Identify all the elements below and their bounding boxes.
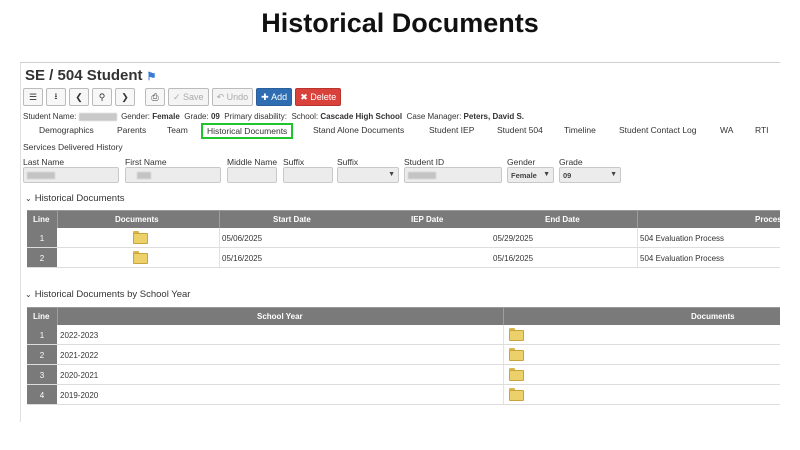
suffix2-label: Suffix (337, 157, 359, 167)
print-icon[interactable]: ⎙ (145, 88, 165, 106)
col-line[interactable]: Line (33, 312, 49, 321)
grade-label: Grade (559, 157, 583, 167)
folder-icon[interactable] (133, 251, 148, 264)
start-date: 05/06/2025 (222, 234, 263, 243)
undo-button[interactable]: ↶ Undo (211, 88, 254, 106)
grade-select[interactable]: 09 ▼ (559, 167, 621, 183)
line-number: 2 (27, 248, 57, 267)
gender-label: Gender (507, 157, 536, 167)
student-icon[interactable]: ⭳ (46, 88, 66, 106)
line-number: 3 (27, 365, 57, 384)
toolbar: ☰ ⭳ ❮ ⚲ ❯ ⎙ ✓ Save ↶ Undo ✚ Add ✖ Delete (23, 88, 342, 106)
folder-icon[interactable] (509, 368, 524, 381)
line-number: 2 (27, 345, 57, 364)
close-icon: ✖ (300, 91, 311, 102)
suffix-label: Suffix (283, 157, 305, 167)
chevron-down-icon: ▼ (543, 171, 550, 178)
first-name-label: First Name (125, 157, 167, 167)
save-button[interactable]: ✓ Save (168, 88, 209, 106)
search-icon[interactable]: ⚲ (92, 88, 112, 106)
historical-documents-header[interactable]: ⌄ Historical Documents (25, 193, 124, 204)
line-number: 1 (27, 325, 57, 344)
school-year: 2020-2021 (60, 371, 99, 380)
col-documents[interactable]: Documents (115, 215, 159, 224)
list-icon[interactable]: ☰ (23, 88, 43, 106)
first-name-field[interactable] (125, 167, 221, 183)
end-date: 05/16/2025 (493, 254, 534, 263)
school-year: 2021-2022 (60, 351, 99, 360)
grid-header: Line School Year Documents (27, 308, 780, 325)
tab-services-delivered-history[interactable]: Services Delivered History (23, 142, 123, 152)
table-row[interactable]: 1 05/06/2025 05/29/2025 504 Evaluation P… (27, 228, 780, 248)
tab-timeline[interactable]: Timeline (564, 125, 596, 135)
table-row[interactable]: 1 2022-2023 (27, 325, 780, 345)
start-date: 05/16/2025 (222, 254, 263, 263)
chevron-down-icon: ▼ (388, 171, 395, 178)
col-start-date[interactable]: Start Date (273, 215, 311, 224)
by-school-year-grid: Line School Year Documents 1 2022-2023 2… (27, 307, 780, 405)
school-year: 2019-2020 (60, 391, 99, 400)
table-row[interactable]: 3 2020-2021 (27, 365, 780, 385)
by-school-year-header[interactable]: ⌄ Historical Documents by School Year (25, 289, 190, 300)
breadcrumb: SE / 504 Student ⚑ (25, 67, 156, 84)
col-process[interactable]: Proces (755, 215, 780, 224)
tab-student-contact-log[interactable]: Student Contact Log (619, 125, 697, 135)
tab-demographics[interactable]: Demographics (39, 125, 94, 135)
next-icon[interactable]: ❯ (115, 88, 135, 106)
folder-icon[interactable] (509, 388, 524, 401)
folder-icon[interactable] (509, 348, 524, 361)
student-id-label: Student ID (404, 157, 445, 167)
middle-name-label: Middle Name (227, 157, 278, 167)
prev-icon[interactable]: ❮ (69, 88, 89, 106)
tab-student-504[interactable]: Student 504 (497, 125, 543, 135)
tab-rti[interactable]: RTI (755, 125, 769, 135)
tab-stand-alone-documents[interactable]: Stand Alone Documents (313, 125, 404, 135)
table-row[interactable]: 2 2021-2022 (27, 345, 780, 365)
chevron-down-icon: ⌄ (25, 290, 32, 299)
line-number: 4 (27, 385, 57, 404)
plus-icon: ✚ (261, 91, 272, 102)
add-button[interactable]: ✚ Add (256, 88, 293, 106)
slide-title: Historical Documents (261, 8, 539, 38)
tab-student-iep[interactable]: Student IEP (429, 125, 474, 135)
col-iep-date[interactable]: IEP Date (411, 215, 443, 224)
tab-wa[interactable]: WA (720, 125, 733, 135)
folder-icon[interactable] (509, 328, 524, 341)
last-name-label: Last Name (23, 157, 65, 167)
tab-historical-documents[interactable]: Historical Documents (201, 123, 294, 139)
chevron-down-icon: ⌄ (25, 194, 32, 203)
table-row[interactable]: 4 2019-2020 (27, 385, 780, 405)
middle-name-field[interactable] (227, 167, 277, 183)
grid-header: Line Documents Start Date IEP Date End D… (27, 211, 780, 228)
suffix-field[interactable] (283, 167, 333, 183)
bookmark-icon[interactable]: ⚑ (147, 71, 157, 83)
app-window: SE / 504 Student ⚑ ☰ ⭳ ❮ ⚲ ❯ ⎙ ✓ Save ↶ U… (20, 62, 780, 422)
delete-button[interactable]: ✖ Delete (295, 88, 342, 106)
redacted-name (78, 112, 117, 121)
chevron-down-icon: ▼ (610, 171, 617, 178)
process: 504 Evaluation Process (640, 254, 725, 263)
historical-documents-grid: Line Documents Start Date IEP Date End D… (27, 210, 780, 268)
student-id-field[interactable] (404, 167, 502, 183)
col-end-date[interactable]: End Date (545, 215, 580, 224)
table-row[interactable]: 2 05/16/2025 05/16/2025 504 Evaluation P… (27, 248, 780, 268)
tab-parents[interactable]: Parents (117, 125, 146, 135)
process: 504 Evaluation Process (640, 234, 725, 243)
school-year: 2022-2023 (60, 331, 99, 340)
page-title: SE / 504 Student (25, 67, 143, 84)
check-icon: ✓ (173, 91, 184, 102)
gender-select[interactable]: Female ▼ (507, 167, 554, 183)
col-line[interactable]: Line (33, 215, 49, 224)
col-school-year[interactable]: School Year (257, 312, 303, 321)
student-info-bar: Student Name: Gender: Female Grade: 09 P… (23, 112, 525, 121)
suffix-select[interactable]: ▼ (337, 167, 399, 183)
undo-icon: ↶ (216, 91, 227, 102)
end-date: 05/29/2025 (493, 234, 534, 243)
tab-team[interactable]: Team (167, 125, 188, 135)
last-name-field[interactable] (23, 167, 119, 183)
col-documents[interactable]: Documents (691, 312, 735, 321)
line-number: 1 (27, 228, 57, 247)
folder-icon[interactable] (133, 231, 148, 244)
